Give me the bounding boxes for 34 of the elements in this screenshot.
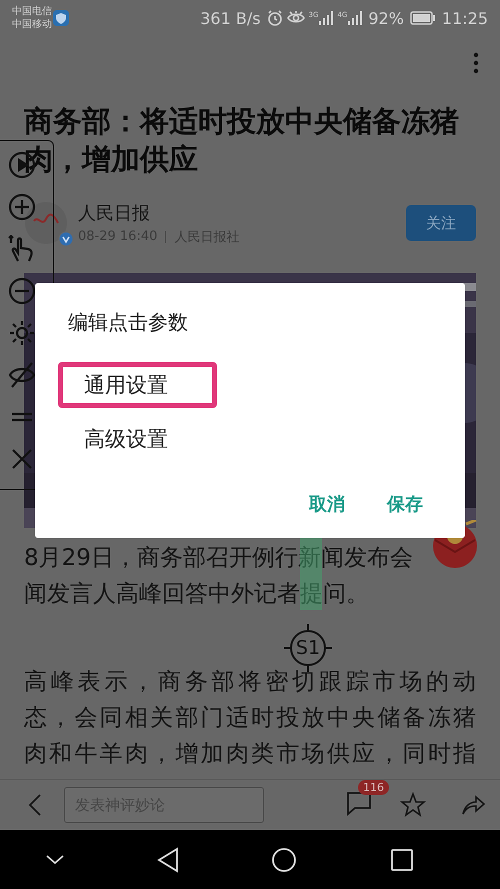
article-text: 8月29日，商务部召开例行新闻发布会 (24, 544, 413, 573)
verified-badge-icon (58, 231, 74, 247)
signal-icon (319, 11, 334, 25)
shield-icon (52, 9, 70, 27)
share-icon[interactable] (460, 793, 486, 817)
clock-time: 11:25 (442, 8, 488, 28)
zoom-in-icon[interactable] (8, 193, 36, 221)
dialog-button[interactable]: 取消 (309, 492, 345, 516)
battery-percent: 92% (368, 8, 404, 28)
settings-option[interactable]: 通用设置 (58, 362, 217, 408)
signal-icon (348, 11, 362, 25)
hidden-icon[interactable] (8, 361, 36, 389)
star-icon[interactable] (400, 792, 426, 818)
carrier-name: 中国移动 (12, 18, 52, 31)
eye-icon (286, 11, 305, 25)
collapse-icon[interactable] (46, 854, 64, 864)
dialog-title: 编辑点击参数 (68, 309, 189, 336)
carrier-name: 中国电信 (12, 5, 52, 18)
source-name: 人民日报 (78, 202, 151, 224)
follow-button[interactable]: 关注 (406, 205, 476, 241)
settings-icon[interactable] (8, 319, 36, 347)
settings-option[interactable]: 高级设置 (58, 416, 217, 462)
avatar-icon (24, 201, 68, 245)
network-speed: 361 B/s (200, 8, 261, 28)
battery-icon (410, 11, 436, 25)
marker-label: S1 (296, 638, 320, 658)
recent-apps-icon[interactable] (390, 848, 414, 872)
comment-count: 116 (358, 780, 389, 795)
dialog-button[interactable]: 保存 (387, 492, 423, 516)
zoom-out-icon[interactable] (8, 277, 36, 305)
article-text: 态，会同相关部门适时投放中央储备冻猪 (24, 704, 476, 733)
article-text: 肉和牛羊肉，增加肉类市场供应，同时指 (24, 740, 476, 769)
alarm-icon (266, 10, 283, 26)
home-icon[interactable] (271, 846, 298, 872)
